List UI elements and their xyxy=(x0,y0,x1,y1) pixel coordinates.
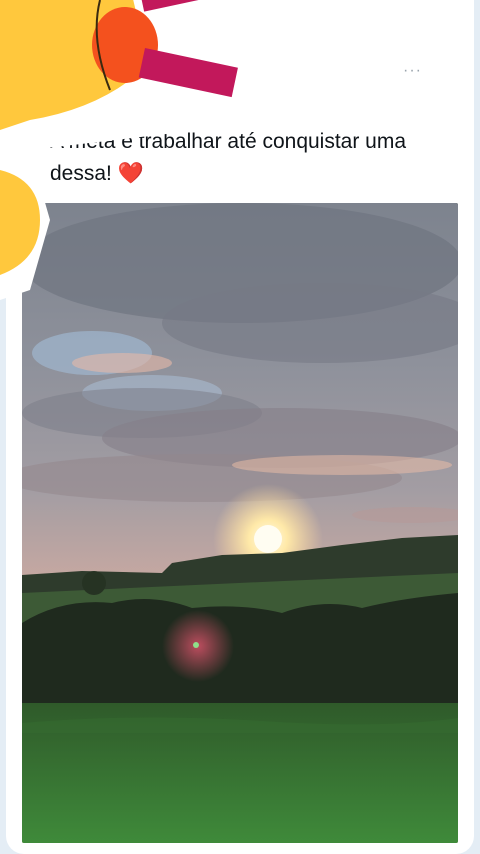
tweet-body: A meta é trabalhar até conquistar uma de… xyxy=(50,130,407,185)
more-options-button[interactable]: ··· xyxy=(403,62,422,80)
tweet-photo[interactable] xyxy=(22,203,458,843)
author-handle-fragment: ю xyxy=(178,88,188,103)
sunset-photo-icon xyxy=(22,203,458,843)
heart-emoji-icon: ❤️ xyxy=(117,162,144,185)
tweet-text: A meta é trabalhar até conquistar uma de… xyxy=(50,126,450,190)
